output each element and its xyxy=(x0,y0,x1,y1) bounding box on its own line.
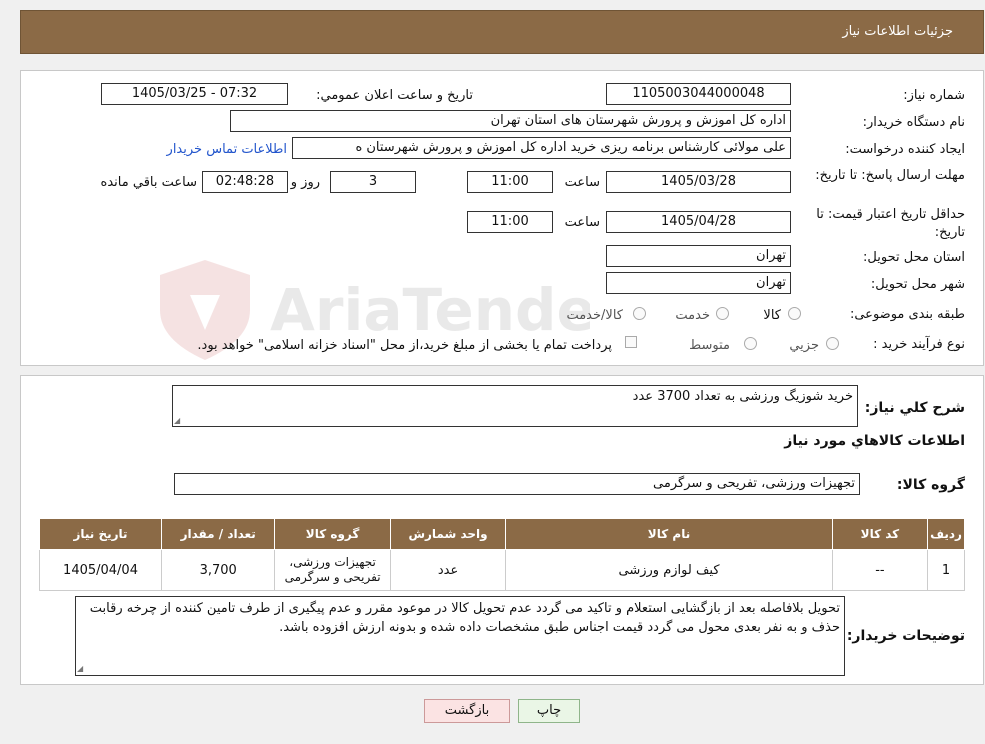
category-radio-goods[interactable] xyxy=(788,307,801,320)
need-number-field: 1105003044000048 xyxy=(606,83,791,105)
days-field: 3 xyxy=(330,171,416,193)
days-label: روز و xyxy=(290,175,320,190)
process-option-minor: جزیي xyxy=(789,338,819,353)
col-row: رديف xyxy=(927,518,965,550)
watermark-text: AriaTender.neT xyxy=(270,276,590,344)
need-number-label: شماره نیاز: xyxy=(903,88,965,103)
province-field: تهران xyxy=(606,245,791,267)
cell-unit: عدد xyxy=(389,549,507,591)
deadline-time-label: ساعت xyxy=(564,175,600,190)
category-option-service: خدمت xyxy=(675,308,710,323)
treasury-payment-checkbox[interactable] xyxy=(625,336,637,348)
col-unit: واحد شمارش xyxy=(389,518,507,550)
col-quantity: تعداد / مقدار xyxy=(161,518,276,550)
announce-field: 1405/03/25 - 07:32 xyxy=(101,83,288,105)
deadline-label: مهلت ارسال پاسخ: تا تاریخ: xyxy=(815,168,965,183)
remaining-label: ساعت باقي مانده xyxy=(100,175,197,190)
goods-table: رديف کد کالا نام کالا واحد شمارش گروه کا… xyxy=(38,518,965,591)
creator-label: ایجاد کننده درخواست: xyxy=(845,142,965,157)
announce-label: تاریخ و ساعت اعلان عمومي: xyxy=(316,88,473,103)
category-option-goods: کالا xyxy=(763,308,781,323)
resize-handle-icon[interactable]: ◢ xyxy=(77,664,85,673)
need-description-label: شرح کلي نياز: xyxy=(864,400,965,416)
deadline-date-field: 1405/03/28 xyxy=(606,171,791,193)
category-option-both: کالا/خدمت xyxy=(566,308,623,323)
cell-date: 1405/04/04 xyxy=(38,549,163,591)
treasury-payment-note: پرداخت تمام یا بخشی از مبلغ خرید،از محل … xyxy=(197,338,612,353)
buyer-notes-label: توضیحات خريدار: xyxy=(846,628,965,644)
remaining-time-field: 02:48:28 xyxy=(202,171,288,193)
cell-name: کیف لوازم ورزشی xyxy=(505,549,833,591)
goods-table-header: رديف کد کالا نام کالا واحد شمارش گروه کا… xyxy=(38,518,965,550)
validity-time-field: 11:00 xyxy=(467,211,553,233)
goods-group-field: تجهیزات ورزشی، تفریحی و سرگرمی xyxy=(174,473,860,495)
col-group: گروه کالا xyxy=(274,518,391,550)
creator-field: علی مولائی کارشناس برنامه ریزی خرید ادار… xyxy=(292,137,791,159)
category-radio-service[interactable] xyxy=(716,307,729,320)
page-title: جزئیات اطلاعات نیاز xyxy=(842,24,953,39)
validity-date-field: 1405/04/28 xyxy=(606,211,791,233)
goods-group-label: گروه کالا: xyxy=(896,477,965,493)
goods-info-heading: اطلاعات کالاهاي مورد نياز xyxy=(784,433,965,449)
cell-row: 1 xyxy=(927,549,965,591)
table-row: 1 -- کیف لوازم ورزشی عدد تجهیزات ورزشی، … xyxy=(38,549,965,591)
category-radio-both[interactable] xyxy=(633,307,646,320)
back-button[interactable]: بازگشت xyxy=(424,699,510,723)
process-label: نوع فرآیند خرید : xyxy=(873,337,965,352)
page-header: جزئیات اطلاعات نیاز xyxy=(20,10,984,54)
category-label: طبقه بندی موضوعی: xyxy=(849,307,965,322)
process-radio-medium[interactable] xyxy=(744,337,757,350)
resize-handle-icon[interactable]: ◢ xyxy=(174,416,182,425)
print-button[interactable]: چاپ xyxy=(518,699,580,723)
validity-time-label: ساعت xyxy=(564,215,600,230)
buyer-notes-field: تحویل بلافاصله بعد از بازگشایی استعلام و… xyxy=(75,596,845,676)
city-field: تهران xyxy=(606,272,791,294)
buyer-contact-link[interactable]: اطلاعات تماس خريدار xyxy=(167,142,287,157)
cell-group: تجهیزات ورزشی، تفریحی و سرگرمی xyxy=(274,549,391,591)
process-option-medium: متوسط xyxy=(689,338,730,353)
deadline-time-field: 11:00 xyxy=(467,171,553,193)
process-radio-minor[interactable] xyxy=(826,337,839,350)
cell-quantity: 3,700 xyxy=(161,549,276,591)
buyer-field: اداره کل اموزش و پرورش شهرستان های استان… xyxy=(230,110,791,132)
col-code: کد کالا xyxy=(831,518,929,550)
need-description-field: خرید شوزیگ ورزشی به تعداد 3700 عدد xyxy=(172,385,858,427)
city-label: شهر محل تحویل: xyxy=(870,277,965,292)
buyer-label: نام دستگاه خريدار: xyxy=(862,115,965,130)
cell-code: -- xyxy=(831,549,929,591)
validity-label: حداقل تاریخ اعتبار قیمت: تا تاریخ: xyxy=(816,207,965,240)
province-label: استان محل تحویل: xyxy=(863,250,965,265)
col-name: نام کالا xyxy=(505,518,833,550)
col-date: تاريخ نياز xyxy=(38,518,163,550)
